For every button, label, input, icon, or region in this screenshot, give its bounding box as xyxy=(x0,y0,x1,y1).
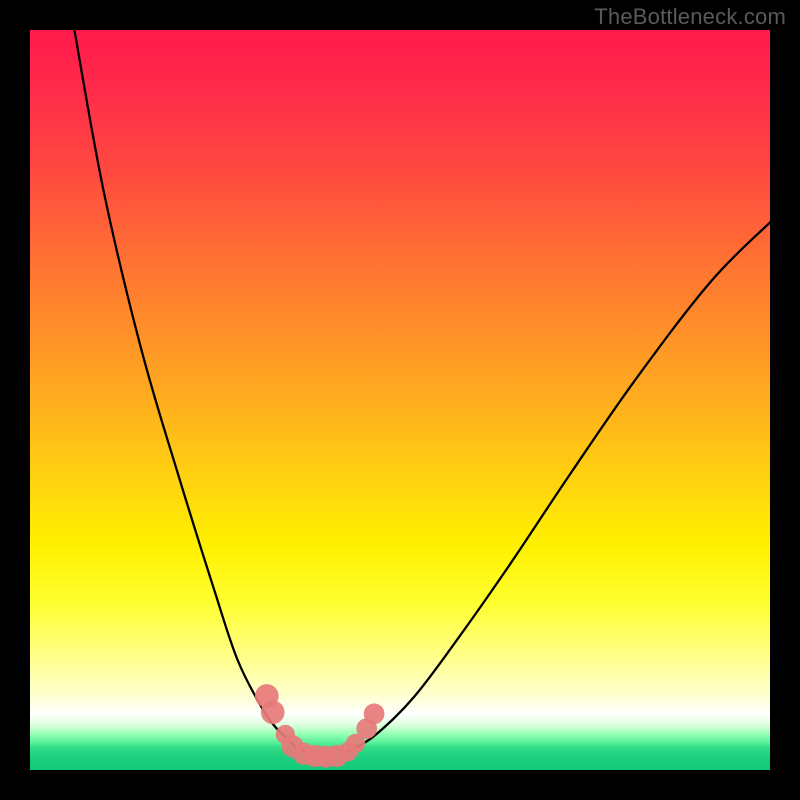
green-baseline xyxy=(30,746,770,770)
plot-area xyxy=(30,30,770,770)
watermark-text: TheBottleneck.com xyxy=(594,4,786,30)
gradient-background xyxy=(30,30,770,746)
chart-frame: TheBottleneck.com xyxy=(0,0,800,800)
